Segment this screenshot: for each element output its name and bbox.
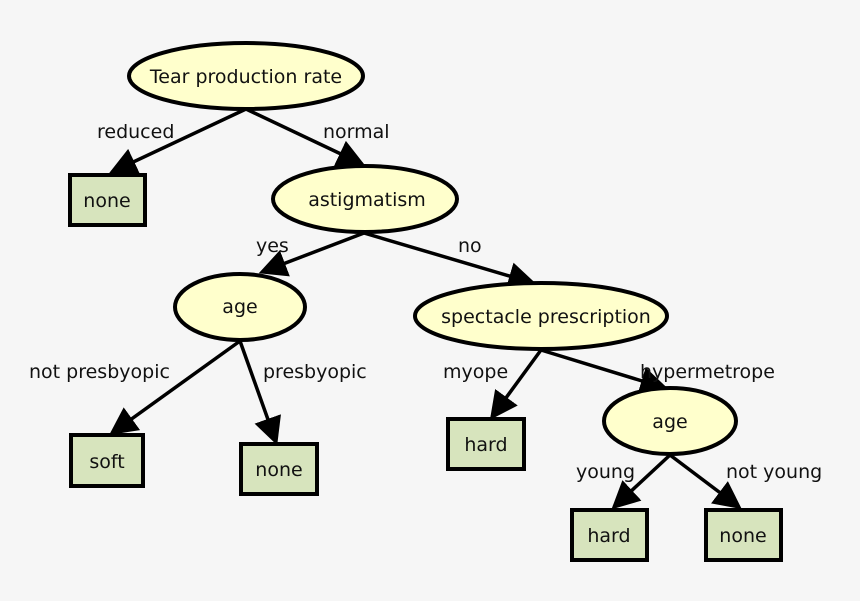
node-label: age [652,411,687,433]
edge-presbyopic [238,340,281,446]
leaf-none-presbyopic: none [239,442,319,496]
leaf-label: hard [464,434,507,456]
tree-canvas: reduced normal yes no not presbyopic pre… [29,41,822,562]
leaf-none-not-young: none [704,508,783,562]
node-age-1: age [173,272,307,342]
leaf-none-reduced: none [68,173,147,227]
node-label: Tear production rate [149,66,342,88]
label-reduced: reduced [97,121,174,143]
label-not-young: not young [726,461,822,483]
node-tear-production-rate: Tear production rate [127,41,365,111]
leaf-label: soft [89,451,124,473]
node-label: astigmatism [308,189,426,211]
node-astigmatism: astigmatism [271,164,459,234]
node-label: age [222,296,257,318]
label-myope: myope [443,361,508,383]
leaf-label: none [255,459,302,481]
label-yes: yes [256,235,289,257]
leaf-label: hard [587,525,630,547]
node-spectacle-prescription: spectacle prescription [413,281,669,351]
label-young: young [576,461,635,483]
edge-no [363,231,537,290]
label-no: no [458,235,482,257]
label-presbyopic: presbyopic [263,361,367,383]
label-normal: normal [323,121,390,143]
leaf-soft: soft [69,433,145,488]
leaf-label: none [83,190,130,212]
leaf-hard-myope: hard [446,417,526,471]
node-age-2: age [602,386,738,456]
label-not-presbyopic: not presbyopic [29,361,170,383]
leaf-hard-young: hard [570,508,649,562]
decision-tree-diagram: reduced normal yes no not presbyopic pre… [0,0,860,601]
edge-not-presbyopic [109,339,242,436]
label-hypermetrope: hypermetrope [640,361,775,383]
leaf-label: none [719,525,766,547]
node-label: spectacle prescription [441,306,651,328]
